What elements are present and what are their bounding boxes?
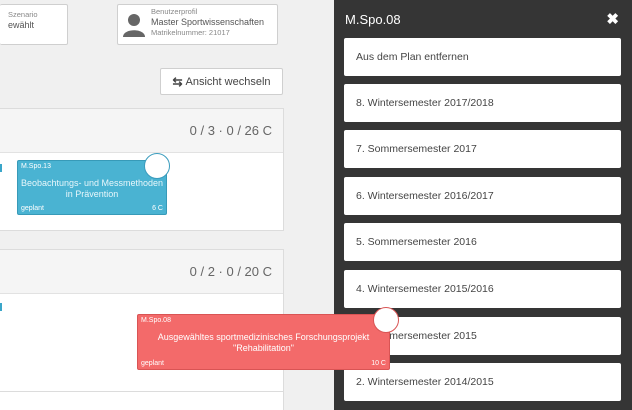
profile-program: Master Sportwissenschaften (151, 17, 265, 27)
module-drag-handle[interactable] (144, 153, 170, 179)
profile-label: Benutzerprofil (151, 7, 198, 16)
semester-panel-header: 0 / 2 · 0 / 20 C (0, 250, 283, 294)
scenario-selector[interactable]: Szenario ewählt (0, 4, 68, 45)
move-to-semester-5[interactable]: 5. Sommersemester 2016 (344, 223, 621, 261)
module-status: geplant (141, 360, 164, 367)
user-profile[interactable]: Benutzerprofil Master Sportwissenschafte… (117, 4, 278, 45)
swap-icon: ⇆ (172, 74, 183, 89)
close-icon[interactable]: ✖ (606, 12, 619, 27)
module-marker (0, 164, 2, 172)
semester-credits: 0 / 2 · 0 / 20 C (189, 264, 272, 279)
remove-from-plan-button[interactable]: Aus dem Plan entfernen (344, 38, 621, 76)
module-status: geplant (21, 205, 44, 212)
move-to-semester-8[interactable]: 8. Wintersemester 2017/2018 (344, 84, 621, 122)
switch-view-button[interactable]: ⇆ Ansicht wechseln (160, 68, 283, 95)
switch-view-label: Ansicht wechseln (185, 75, 271, 88)
module-credits: 6 C (152, 205, 163, 212)
scenario-label: Szenario (8, 10, 38, 19)
semester-credits: 0 / 3 · 0 / 26 C (189, 123, 272, 138)
user-icon (123, 14, 145, 37)
scenario-value: ewählt (8, 20, 35, 30)
module-title: Ausgewähltes sportmedizinisches Forschun… (157, 332, 370, 353)
module-card[interactable]: M.Spo.13 Beobachtungs- und Messmethoden … (17, 153, 170, 215)
module-title: Beobachtungs- und Messmethoden in Präven… (20, 178, 164, 199)
move-to-semester-4[interactable]: 4. Wintersemester 2015/2016 (344, 270, 621, 308)
module-code: M.Spo.13 (21, 163, 51, 170)
semester-panel (0, 391, 284, 410)
move-to-semester-6[interactable]: 6. Wintersemester 2016/2017 (344, 177, 621, 215)
semester-panel-header: 0 / 3 · 0 / 26 C (0, 109, 283, 153)
module-credits: 10 C (371, 360, 386, 367)
module-marker (0, 303, 2, 311)
module-card-dragging[interactable]: M.Spo.08 Ausgewähltes sportmedizinisches… (137, 307, 399, 370)
module-drag-handle[interactable] (373, 307, 399, 333)
move-to-semester-7[interactable]: 7. Sommersemester 2017 (344, 130, 621, 168)
module-code: M.Spo.08 (141, 317, 171, 324)
sidebar-title: M.Spo.08 (345, 12, 401, 27)
profile-matrikel: Matrikelnummer: 21017 (151, 28, 230, 37)
